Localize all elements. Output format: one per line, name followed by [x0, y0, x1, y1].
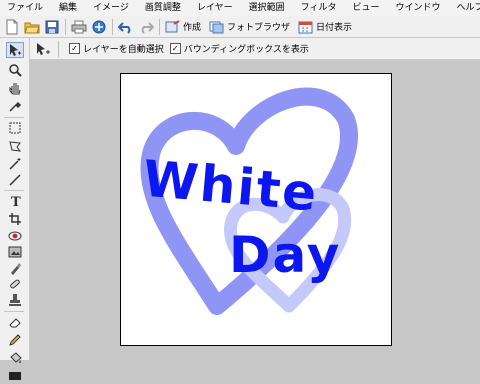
- menu-window[interactable]: ウインドウ: [388, 0, 449, 16]
- eraser-tool-icon[interactable]: [6, 314, 24, 330]
- toolbox-divider: [4, 190, 24, 191]
- auto-select-layer-checkmark[interactable]: ✓: [69, 43, 80, 54]
- toolbar-separator: [159, 18, 160, 35]
- image-canvas[interactable]: White Day: [120, 73, 392, 346]
- photo-browser-label: フォトブラウザ: [227, 23, 291, 33]
- create-button[interactable]: 作成: [163, 17, 207, 37]
- canvas-artwork: White Day: [141, 87, 359, 315]
- menu-enhance[interactable]: 画質調整: [138, 0, 190, 16]
- red-eye-tool-icon[interactable]: [6, 228, 24, 244]
- menu-bar: ファイル 編集 イメージ 画質調整 レイヤー 選択範囲 フィルタ ビュー ウイン…: [0, 0, 480, 16]
- menu-select[interactable]: 選択範囲: [242, 0, 294, 16]
- canvas-text-day: Day: [229, 226, 341, 284]
- healing-brush-tool-icon[interactable]: [6, 276, 24, 292]
- calendar-icon: [298, 21, 313, 33]
- paint-bucket-tool-icon[interactable]: [6, 350, 24, 366]
- toolbox: T: [0, 38, 30, 380]
- save-icon[interactable]: [42, 17, 62, 37]
- menu-file[interactable]: ファイル: [0, 0, 52, 16]
- redo-icon[interactable]: [136, 17, 156, 37]
- undo-icon[interactable]: [116, 17, 136, 37]
- svg-text:T: T: [11, 195, 21, 208]
- marquee-tool-icon[interactable]: [6, 120, 24, 136]
- zoom-tool-icon[interactable]: [6, 62, 24, 78]
- eyedropper-tool-icon[interactable]: [6, 98, 24, 114]
- menu-filter[interactable]: フィルタ: [294, 0, 346, 16]
- date-view-label: 日付表示: [316, 23, 353, 33]
- toolbar-separator: [65, 18, 66, 35]
- selection-brush-tool-icon[interactable]: [6, 260, 24, 276]
- gradient-tool-icon[interactable]: [6, 368, 24, 384]
- toolbox-divider: [4, 117, 24, 118]
- move-tool-icon: [37, 42, 50, 55]
- line-tool-icon[interactable]: [6, 172, 24, 188]
- bounding-box-label: バウンディングボックスを表示: [183, 45, 309, 55]
- toolbar-separator: [112, 18, 113, 35]
- magic-wand-tool-icon[interactable]: [6, 156, 24, 172]
- lasso-tool-icon[interactable]: [6, 138, 24, 154]
- menu-image[interactable]: イメージ: [86, 0, 138, 16]
- type-tool-icon[interactable]: T: [6, 193, 24, 209]
- tool-options-bar: ✓ レイヤーを自動選択 ✓ バウンディングボックスを表示: [30, 38, 480, 60]
- date-view-button[interactable]: 日付表示: [296, 17, 358, 37]
- move-tool-icon[interactable]: [6, 42, 24, 58]
- photo-browser-button[interactable]: フォトブラウザ: [207, 17, 296, 37]
- crop-tool-icon[interactable]: [6, 211, 24, 227]
- photo-browser-icon: [209, 21, 224, 33]
- hand-tool-icon[interactable]: [6, 80, 24, 96]
- new-file-icon[interactable]: [2, 17, 22, 37]
- menu-edit[interactable]: 編集: [52, 0, 86, 16]
- create-label: 作成: [183, 23, 202, 33]
- menu-help[interactable]: ヘルプ: [449, 0, 480, 16]
- open-folder-icon[interactable]: [22, 17, 42, 37]
- auto-select-layer-label: レイヤーを自動選択: [83, 45, 164, 55]
- menu-view[interactable]: ビュー: [345, 0, 388, 16]
- menu-layer[interactable]: レイヤー: [190, 0, 242, 16]
- bounding-box-checkmark[interactable]: ✓: [169, 43, 181, 54]
- create-icon: [165, 19, 180, 32]
- bounding-box-checkbox[interactable]: ✓ バウンディングボックスを表示: [169, 42, 309, 55]
- main-toolbar: 作成 フォトブラウザ 日付表示: [0, 16, 480, 38]
- pencil-tool-icon[interactable]: [6, 332, 24, 348]
- clone-stamp-tool-icon[interactable]: [6, 292, 24, 308]
- print-icon[interactable]: [69, 17, 89, 37]
- options-separator: [58, 40, 59, 57]
- toolbox-divider: [4, 311, 24, 312]
- scan-icon[interactable]: [89, 17, 109, 37]
- cookie-cutter-tool-icon[interactable]: [6, 244, 24, 260]
- auto-select-layer-checkbox[interactable]: ✓ レイヤーを自動選択: [69, 42, 164, 55]
